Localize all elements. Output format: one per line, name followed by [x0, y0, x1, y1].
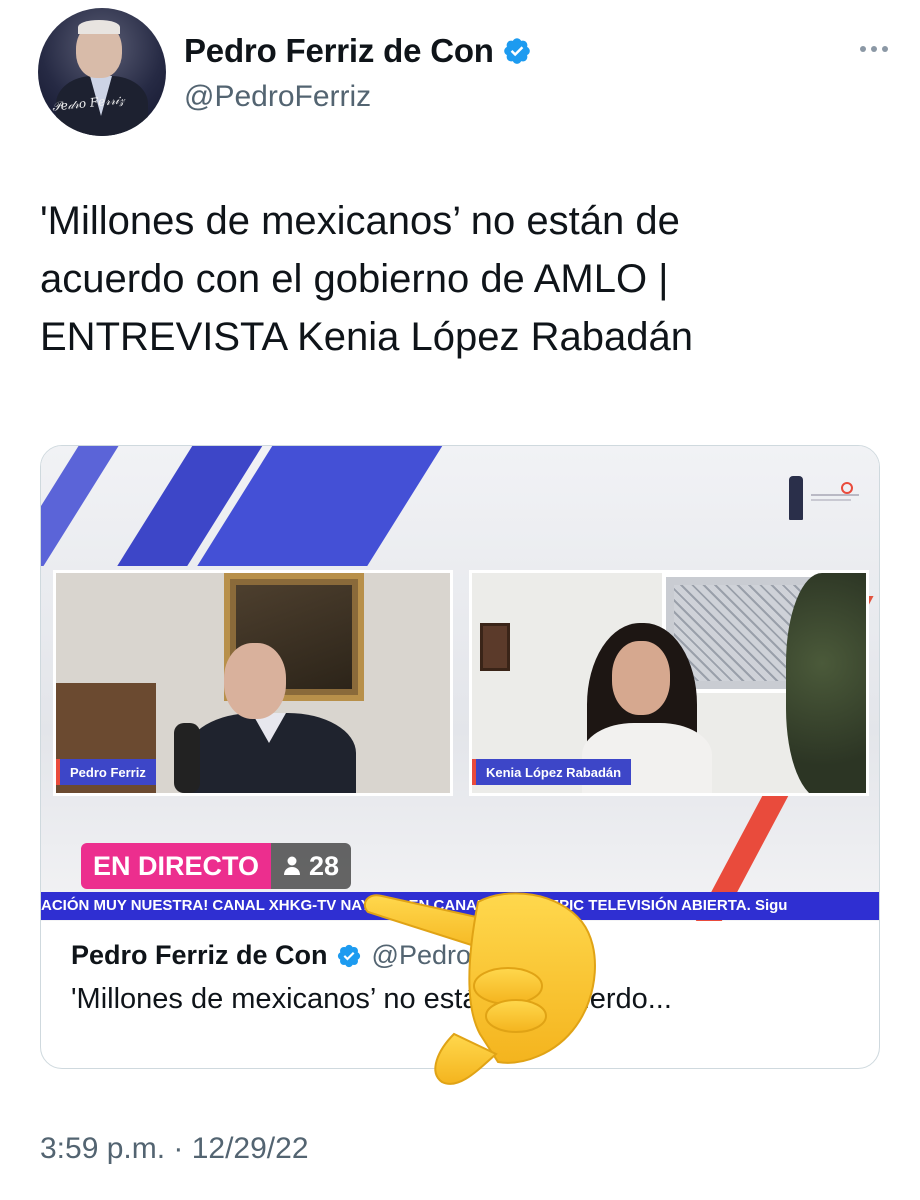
channel-logo-figure	[789, 476, 803, 520]
video-thumbnail[interactable]: Pedro Ferriz Kenia López Rabadán EN DIRE…	[41, 446, 879, 921]
tweet-header: 𝒫𝑒𝒹𝓇𝑜 𝐹𝑒𝓇𝓇𝒾𝓏 Pedro Ferriz de Con @PedroF…	[38, 8, 888, 138]
verified-badge-icon	[503, 38, 530, 64]
more-dot	[860, 46, 866, 52]
author-avatar[interactable]: 𝒫𝑒𝒹𝓇𝑜 𝐹𝑒𝓇𝓇𝒾𝓏	[38, 8, 166, 136]
tweet-text: 'Millones de mexicanos’ no están de acue…	[40, 199, 693, 359]
host-name-tag: Pedro Ferriz	[56, 759, 156, 785]
more-dot	[882, 46, 888, 52]
live-badge: EN DIRECTO	[81, 843, 272, 889]
guest-name-tag: Kenia López Rabadán	[472, 759, 632, 785]
tweet-timestamp[interactable]: 3:59 p.m. · 12/29/22	[40, 1132, 309, 1166]
wall-frame	[480, 623, 510, 671]
author-name[interactable]: Pedro Ferriz de Con	[184, 32, 494, 70]
person-icon	[284, 856, 301, 875]
more-dot	[871, 46, 877, 52]
author-handle[interactable]: @PedroFerriz	[184, 80, 371, 114]
backhand-index-pointing-left-emoji	[363, 892, 596, 1085]
viewer-count: 28	[309, 850, 340, 881]
card-author-name: Pedro Ferriz de Con	[71, 940, 328, 970]
guest-face	[612, 641, 670, 715]
author-name-row[interactable]: Pedro Ferriz de Con	[184, 32, 532, 70]
host-head	[224, 643, 286, 719]
video-pane-right: Kenia López Rabadán	[469, 570, 869, 796]
viewer-count-badge: 28	[271, 843, 352, 889]
avatar-hair	[78, 20, 120, 34]
video-pane-left: Pedro Ferriz	[53, 570, 453, 796]
live-badge-row: EN DIRECTO 28	[81, 843, 352, 889]
more-options-icon[interactable]	[860, 46, 888, 52]
plant	[786, 573, 866, 793]
microphone	[174, 723, 200, 793]
channel-logo	[811, 482, 859, 501]
